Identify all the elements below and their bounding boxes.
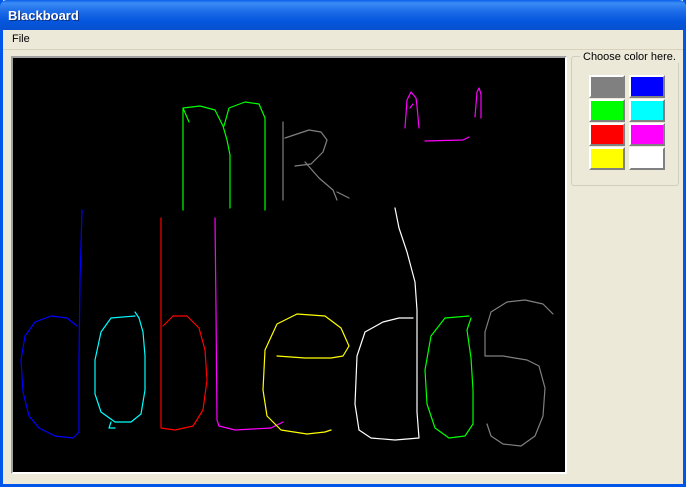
app-window: Blackboard File Choose color here. [0, 0, 686, 487]
swatch-white[interactable] [629, 147, 665, 170]
swatch-cyan[interactable] [629, 99, 665, 122]
drawing-canvas-frame [11, 56, 567, 474]
swatch-magenta[interactable] [629, 123, 665, 146]
swatch-gray[interactable] [589, 75, 625, 98]
swatch-red[interactable] [589, 123, 625, 146]
swatch-blue[interactable] [629, 75, 665, 98]
color-picker-label: Choose color here. [580, 51, 679, 63]
drawing-canvas[interactable] [15, 60, 563, 470]
window-title: Blackboard [8, 8, 79, 23]
swatch-green[interactable] [589, 99, 625, 122]
swatch-yellow[interactable] [589, 147, 625, 170]
title-bar[interactable]: Blackboard [0, 0, 686, 30]
menu-bar: File [3, 30, 683, 50]
color-picker-group: Choose color here. [571, 51, 679, 186]
menu-file[interactable]: File [9, 33, 33, 45]
